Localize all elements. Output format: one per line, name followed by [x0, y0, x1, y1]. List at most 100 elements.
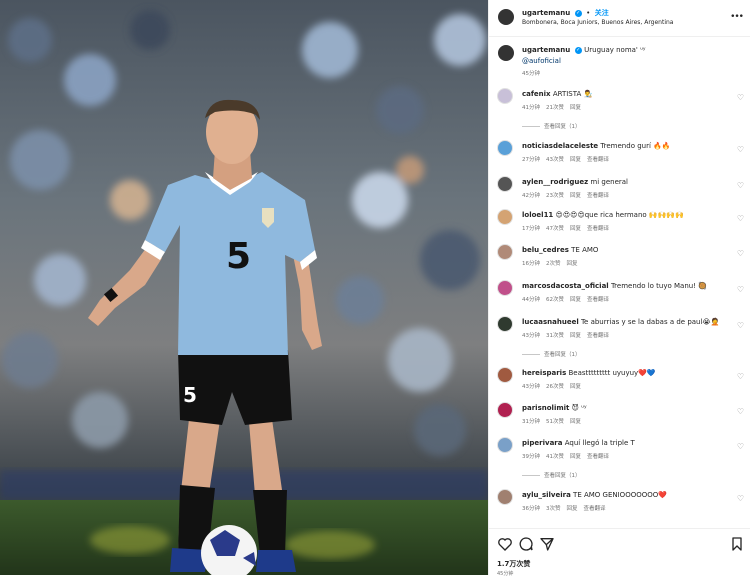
commenter-username[interactable]: cafenix [522, 90, 551, 98]
post-details-panel: ugartemanu ✓ • 关注 Bombonera, Boca Junior… [488, 0, 750, 577]
bookmark-icon[interactable] [729, 536, 745, 552]
player-figure: 5 5 [88, 99, 322, 575]
reply-button[interactable]: 回复 [570, 193, 581, 199]
caption-mention-link[interactable]: @aufoficial [522, 57, 561, 65]
translate-button[interactable]: 查看翻译 [587, 297, 609, 303]
commenter-username[interactable]: lucaasnahueel [522, 318, 579, 326]
comment-text: 😍😍😍😍que rica hermano 🙌🙌🙌🙌 [555, 211, 684, 219]
comment-like-heart-icon[interactable]: ♡ [737, 407, 744, 416]
commenter-username[interactable]: aylen__rodriguez [522, 178, 588, 186]
heart-icon[interactable] [497, 536, 513, 552]
comment-likes[interactable]: 43次赞 [546, 157, 564, 163]
comment-likes[interactable]: 41次赞 [546, 454, 564, 460]
reply-button[interactable]: 回复 [570, 419, 581, 425]
comment-likes[interactable]: 23次赞 [546, 193, 564, 199]
comment-line: loloel11 😍😍😍😍que rica hermano 🙌🙌🙌🙌 [522, 211, 684, 219]
comment-like-heart-icon[interactable]: ♡ [737, 372, 744, 381]
commenter-avatar[interactable] [497, 209, 513, 225]
reply-button[interactable]: 回复 [570, 333, 581, 339]
author-avatar[interactable] [498, 9, 514, 25]
comment-meta: 42分钟 23次赞 回复 查看翻译 [522, 191, 615, 199]
comment-likes[interactable]: 2次赞 [546, 261, 561, 267]
reply-button[interactable]: 回复 [567, 506, 578, 512]
comment-likes[interactable]: 31次赞 [546, 333, 564, 339]
comment-text: TE AMO GENIOOOOOOO❤️ [573, 491, 667, 499]
share-icon[interactable] [539, 536, 555, 552]
reply-button[interactable]: 回复 [570, 157, 581, 163]
comment-like-heart-icon[interactable]: ♡ [737, 321, 744, 330]
post-timestamp: 45分钟 [497, 571, 514, 577]
commenter-avatar[interactable] [497, 244, 513, 260]
comment-likes[interactable]: 21次赞 [546, 105, 564, 111]
more-options-icon[interactable]: ••• [730, 12, 744, 22]
follow-button[interactable]: 关注 [595, 9, 609, 17]
commenter-avatar[interactable] [497, 88, 513, 104]
commenter-username[interactable]: noticiasdelaceleste [522, 142, 598, 150]
commenter-avatar[interactable] [497, 402, 513, 418]
view-replies-button[interactable]: 查看回复（1） [522, 350, 581, 358]
comment-like-heart-icon[interactable]: ♡ [737, 214, 744, 223]
commenter-username[interactable]: marcosdacosta_oficial [522, 282, 609, 290]
comment-like-heart-icon[interactable]: ♡ [737, 494, 744, 503]
comment-like-heart-icon[interactable]: ♡ [737, 285, 744, 294]
commenter-username[interactable]: piperivara [522, 439, 562, 447]
comment-like-heart-icon[interactable]: ♡ [737, 442, 744, 451]
comment-like-heart-icon[interactable]: ♡ [737, 181, 744, 190]
post-photo[interactable]: 5 5 [0, 0, 488, 575]
commenter-avatar[interactable] [497, 176, 513, 192]
translate-button[interactable]: 查看翻译 [584, 506, 606, 512]
reply-button[interactable]: 回复 [570, 105, 581, 111]
commenter-username[interactable]: loloel11 [522, 211, 553, 219]
action-bar: 1.7万次赞 45分钟 [489, 528, 750, 577]
translate-button[interactable]: 查看翻译 [587, 157, 609, 163]
comment-text: Tremendo gurí 🔥🔥 [600, 142, 671, 150]
commenter-avatar[interactable] [497, 140, 513, 156]
comment-like-heart-icon[interactable]: ♡ [737, 93, 744, 102]
reply-button[interactable]: 回复 [570, 454, 581, 460]
translate-button[interactable]: 查看翻译 [587, 454, 609, 460]
comment-text: Tremendo lo tuyo Manu! 🥘 [610, 282, 707, 290]
comment-likes[interactable]: 62次赞 [546, 297, 564, 303]
author-line: ugartemanu ✓ • 关注 [522, 8, 609, 18]
comment-likes[interactable]: 26次赞 [546, 384, 564, 390]
comment-line: marcosdacosta_oficial Tremendo lo tuyo M… [522, 282, 707, 290]
commenter-avatar[interactable] [497, 280, 513, 296]
comment-line: aylu_silveira TE AMO GENIOOOOOOO❤️ [522, 491, 667, 499]
like-count[interactable]: 1.7万次赞 [497, 559, 530, 569]
commenter-username[interactable]: belu_cedres [522, 246, 569, 254]
translate-button[interactable]: 查看翻译 [587, 193, 609, 199]
comment-icon[interactable] [518, 536, 534, 552]
comment-likes[interactable]: 51次赞 [546, 419, 564, 425]
commenter-username[interactable]: hereisparis [522, 369, 566, 377]
commenter-username[interactable]: parisnolimit [522, 404, 569, 412]
comment-time: 39分钟 [522, 454, 540, 460]
reply-button[interactable]: 回复 [570, 297, 581, 303]
translate-button[interactable]: 查看翻译 [587, 226, 609, 232]
commenter-avatar[interactable] [497, 489, 513, 505]
reply-button[interactable]: 回复 [570, 384, 581, 390]
translate-button[interactable]: 查看翻译 [587, 333, 609, 339]
caption-username[interactable]: ugartemanu [522, 46, 570, 54]
comment-line: parisnolimit 😈 ᵘʸ [522, 404, 587, 412]
view-replies-button[interactable]: 查看回复（1） [522, 471, 581, 479]
comment-meta: 31分钟 51次赞 回复 [522, 417, 587, 425]
comment-time: 16分钟 [522, 261, 540, 267]
comment-like-heart-icon[interactable]: ♡ [737, 249, 744, 258]
commenter-avatar[interactable] [497, 316, 513, 332]
post-location[interactable]: Bombonera, Boca Juniors, Buenos Aires, A… [522, 19, 673, 26]
view-replies-button[interactable]: 查看回复（1） [522, 122, 581, 130]
comment-line: hereisparis Beasttttttttt uyuyuy❤️💙 [522, 369, 656, 377]
comment-likes[interactable]: 47次赞 [546, 226, 564, 232]
comment-line: aylen__rodriguez mi general [522, 178, 628, 186]
comment-likes[interactable]: 3次赞 [546, 506, 561, 512]
reply-button[interactable]: 回复 [570, 226, 581, 232]
author-username[interactable]: ugartemanu [522, 9, 570, 17]
commenter-avatar[interactable] [497, 367, 513, 383]
reply-button[interactable]: 回复 [567, 261, 578, 267]
commenter-avatar[interactable] [497, 437, 513, 453]
comment-line: lucaasnahueel Te aburrias y se la dabas … [522, 318, 719, 326]
comment-like-heart-icon[interactable]: ♡ [737, 145, 744, 154]
comment-text: Aquí llegó la triple T [564, 439, 635, 447]
caption-avatar[interactable] [498, 45, 514, 61]
commenter-username[interactable]: aylu_silveira [522, 491, 571, 499]
